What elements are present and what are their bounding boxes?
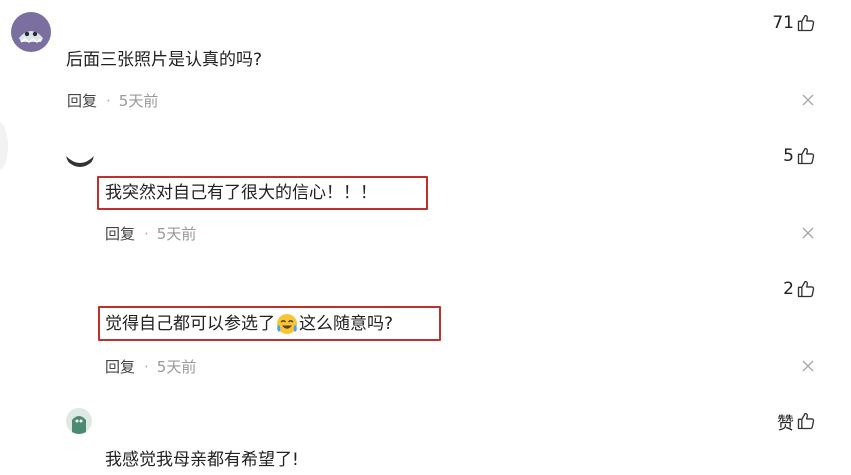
like-count: 5 [783,146,794,166]
thumbs-up-icon [797,280,815,298]
reply-button[interactable]: 回复 [105,358,135,376]
username-stub [112,158,184,164]
avatar[interactable] [11,12,51,52]
like-label: 赞 [777,413,794,434]
comment-text: 觉得自己都可以参选了 这么随意吗? [105,313,393,335]
like-button[interactable]: 赞 [777,410,816,434]
avatar[interactable] [66,146,94,168]
comment-time: 5天前 [156,225,197,243]
comment-text-part: 这么随意吗? [299,314,394,334]
avatar[interactable] [66,408,92,434]
close-icon[interactable] [802,94,814,106]
like-button[interactable]: 2 [783,278,816,300]
like-button[interactable]: 5 [783,145,816,167]
reply-button[interactable]: 回复 [67,92,97,110]
username-stub [68,295,152,301]
comment-list: 后面三张照片是认真的吗? 回复 · 5天前 71 我突然对自己有了很大的信心！！！ … [0,0,851,475]
crying-laughing-emoji [276,313,298,335]
comment-text: 后面三张照片是认真的吗? [66,50,263,70]
comment-meta: 回复 · 5天前 [67,92,159,110]
close-icon[interactable] [802,227,814,239]
comment-meta: 回复 · 5天前 [105,225,197,243]
like-button[interactable]: 71 [772,12,816,34]
thumbs-up-icon [797,412,815,430]
comment-text-part: 觉得自己都可以参选了 [105,314,275,334]
thumbs-up-icon [797,147,815,165]
thumbs-up-icon [797,14,815,32]
close-icon[interactable] [802,360,814,372]
reply-button[interactable]: 回复 [105,225,135,243]
comment-text: 我感觉我母亲都有希望了! [105,450,299,470]
comment-text: 我突然对自己有了很大的信心！！！ [105,183,377,203]
comment-meta: 回复 · 5天前 [105,358,197,376]
comment-time: 5天前 [156,358,197,376]
side-scroll-button[interactable] [0,122,8,170]
comment-time: 5天前 [118,92,159,110]
like-count: 71 [772,13,794,33]
like-count: 2 [783,279,794,299]
